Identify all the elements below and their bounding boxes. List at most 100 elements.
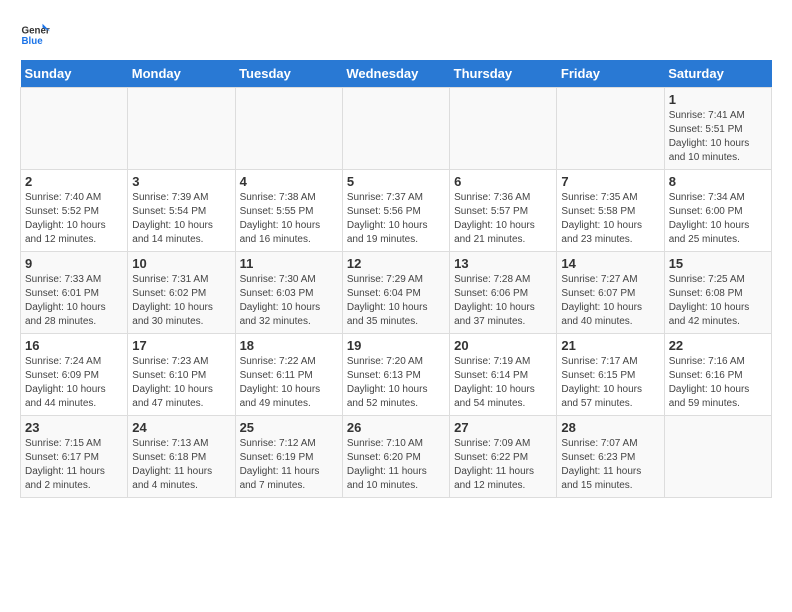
day-cell: 28 Sunrise: 7:07 AM Sunset: 6:23 PM Dayli… [557, 416, 664, 498]
day-cell: 1 Sunrise: 7:41 AM Sunset: 5:51 PM Daylig… [664, 88, 771, 170]
day-info: Sunrise: 7:17 AM Sunset: 6:15 PM Dayligh… [561, 355, 659, 411]
header: General Blue [20, 20, 772, 50]
day-info: Sunrise: 7:15 AM Sunset: 6:17 PM Dayligh… [25, 437, 123, 493]
day-number: 14 [561, 256, 659, 271]
day-info: Sunrise: 7:27 AM Sunset: 6:07 PM Dayligh… [561, 273, 659, 329]
day-cell: 27 Sunrise: 7:09 AM Sunset: 6:22 PM Dayli… [450, 416, 557, 498]
day-number: 8 [669, 174, 767, 189]
day-info: Sunrise: 7:38 AM Sunset: 5:55 PM Dayligh… [240, 191, 338, 247]
day-cell: 7 Sunrise: 7:35 AM Sunset: 5:58 PM Daylig… [557, 170, 664, 252]
day-number: 23 [25, 420, 123, 435]
day-cell: 20 Sunrise: 7:19 AM Sunset: 6:14 PM Dayli… [450, 334, 557, 416]
day-info: Sunrise: 7:19 AM Sunset: 6:14 PM Dayligh… [454, 355, 552, 411]
day-cell: 21 Sunrise: 7:17 AM Sunset: 6:15 PM Dayli… [557, 334, 664, 416]
day-header-tuesday: Tuesday [235, 60, 342, 88]
day-cell: 12Sunrise: 7:29 AM Sunset: 6:04 PM Dayli… [342, 252, 449, 334]
day-info: Sunrise: 7:37 AM Sunset: 5:56 PM Dayligh… [347, 191, 445, 247]
day-cell: 5 Sunrise: 7:37 AM Sunset: 5:56 PM Daylig… [342, 170, 449, 252]
day-cell: 4 Sunrise: 7:38 AM Sunset: 5:55 PM Daylig… [235, 170, 342, 252]
day-info: Sunrise: 7:16 AM Sunset: 6:16 PM Dayligh… [669, 355, 767, 411]
day-info: Sunrise: 7:20 AM Sunset: 6:13 PM Dayligh… [347, 355, 445, 411]
day-number: 9 [25, 256, 123, 271]
day-info: Sunrise: 7:10 AM Sunset: 6:20 PM Dayligh… [347, 437, 445, 493]
day-cell: 15 Sunrise: 7:25 AM Sunset: 6:08 PM Dayli… [664, 252, 771, 334]
day-cell: 23 Sunrise: 7:15 AM Sunset: 6:17 PM Dayli… [21, 416, 128, 498]
day-number: 5 [347, 174, 445, 189]
day-cell: 26 Sunrise: 7:10 AM Sunset: 6:20 PM Dayli… [342, 416, 449, 498]
day-number: 18 [240, 338, 338, 353]
day-cell [664, 416, 771, 498]
day-info: Sunrise: 7:35 AM Sunset: 5:58 PM Dayligh… [561, 191, 659, 247]
day-info: Sunrise: 7:23 AM Sunset: 6:10 PM Dayligh… [132, 355, 230, 411]
day-number: 21 [561, 338, 659, 353]
day-number: 20 [454, 338, 552, 353]
day-info: Sunrise: 7:09 AM Sunset: 6:22 PM Dayligh… [454, 437, 552, 493]
day-number: 22 [669, 338, 767, 353]
day-cell: 3 Sunrise: 7:39 AM Sunset: 5:54 PM Daylig… [128, 170, 235, 252]
day-info: Sunrise: 7:25 AM Sunset: 6:08 PM Dayligh… [669, 273, 767, 329]
day-info: Sunrise: 7:30 AM Sunset: 6:03 PM Dayligh… [240, 273, 338, 329]
day-number: 16 [25, 338, 123, 353]
day-number: 11 [240, 256, 338, 271]
day-header-saturday: Saturday [664, 60, 771, 88]
day-cell: 13 Sunrise: 7:28 AM Sunset: 6:06 PM Dayli… [450, 252, 557, 334]
day-info: Sunrise: 7:07 AM Sunset: 6:23 PM Dayligh… [561, 437, 659, 493]
day-number: 2 [25, 174, 123, 189]
day-number: 15 [669, 256, 767, 271]
day-number: 13 [454, 256, 552, 271]
day-cell: 6 Sunrise: 7:36 AM Sunset: 5:57 PM Daylig… [450, 170, 557, 252]
svg-text:Blue: Blue [22, 36, 44, 47]
day-number: 28 [561, 420, 659, 435]
day-number: 26 [347, 420, 445, 435]
day-number: 7 [561, 174, 659, 189]
day-header-thursday: Thursday [450, 60, 557, 88]
day-cell [557, 88, 664, 170]
day-header-wednesday: Wednesday [342, 60, 449, 88]
day-number: 10 [132, 256, 230, 271]
day-info: Sunrise: 7:13 AM Sunset: 6:18 PM Dayligh… [132, 437, 230, 493]
day-number: 6 [454, 174, 552, 189]
day-cell: 17 Sunrise: 7:23 AM Sunset: 6:10 PM Dayli… [128, 334, 235, 416]
day-info: Sunrise: 7:31 AM Sunset: 6:02 PM Dayligh… [132, 273, 230, 329]
day-cell: 22 Sunrise: 7:16 AM Sunset: 6:16 PM Dayli… [664, 334, 771, 416]
day-cell: 25Sunrise: 7:12 AM Sunset: 6:19 PM Dayli… [235, 416, 342, 498]
day-cell: 16 Sunrise: 7:24 AM Sunset: 6:09 PM Dayli… [21, 334, 128, 416]
day-header-monday: Monday [128, 60, 235, 88]
day-cell [235, 88, 342, 170]
week-row-4: 16 Sunrise: 7:24 AM Sunset: 6:09 PM Dayli… [21, 334, 772, 416]
week-row-3: 9 Sunrise: 7:33 AM Sunset: 6:01 PM Daylig… [21, 252, 772, 334]
day-cell: 19 Sunrise: 7:20 AM Sunset: 6:13 PM Dayli… [342, 334, 449, 416]
day-number: 12 [347, 256, 445, 271]
day-info: Sunrise: 7:41 AM Sunset: 5:51 PM Dayligh… [669, 109, 767, 165]
day-info: Sunrise: 7:34 AM Sunset: 6:00 PM Dayligh… [669, 191, 767, 247]
day-info: Sunrise: 7:36 AM Sunset: 5:57 PM Dayligh… [454, 191, 552, 247]
day-number: 19 [347, 338, 445, 353]
day-cell: 2 Sunrise: 7:40 AM Sunset: 5:52 PM Daylig… [21, 170, 128, 252]
day-cell: 14 Sunrise: 7:27 AM Sunset: 6:07 PM Dayli… [557, 252, 664, 334]
day-info: Sunrise: 7:24 AM Sunset: 6:09 PM Dayligh… [25, 355, 123, 411]
day-cell [342, 88, 449, 170]
day-info: Sunrise: 7:40 AM Sunset: 5:52 PM Dayligh… [25, 191, 123, 247]
day-cell [21, 88, 128, 170]
logo-icon: General Blue [20, 20, 50, 50]
day-info: Sunrise: 7:39 AM Sunset: 5:54 PM Dayligh… [132, 191, 230, 247]
day-number: 24 [132, 420, 230, 435]
day-info: Sunrise: 7:12 AM Sunset: 6:19 PM Dayligh… [240, 437, 338, 493]
day-info: Sunrise: 7:33 AM Sunset: 6:01 PM Dayligh… [25, 273, 123, 329]
day-info: Sunrise: 7:28 AM Sunset: 6:06 PM Dayligh… [454, 273, 552, 329]
day-info: Sunrise: 7:22 AM Sunset: 6:11 PM Dayligh… [240, 355, 338, 411]
day-cell: 11 Sunrise: 7:30 AM Sunset: 6:03 PM Dayli… [235, 252, 342, 334]
day-cell: 8 Sunrise: 7:34 AM Sunset: 6:00 PM Daylig… [664, 170, 771, 252]
day-header-sunday: Sunday [21, 60, 128, 88]
week-row-2: 2 Sunrise: 7:40 AM Sunset: 5:52 PM Daylig… [21, 170, 772, 252]
day-number: 4 [240, 174, 338, 189]
day-number: 3 [132, 174, 230, 189]
day-header-friday: Friday [557, 60, 664, 88]
day-header-row: SundayMondayTuesdayWednesdayThursdayFrid… [21, 60, 772, 88]
day-number: 1 [669, 92, 767, 107]
day-cell [450, 88, 557, 170]
day-number: 27 [454, 420, 552, 435]
day-cell: 10 Sunrise: 7:31 AM Sunset: 6:02 PM Dayli… [128, 252, 235, 334]
day-cell: 18 Sunrise: 7:22 AM Sunset: 6:11 PM Dayli… [235, 334, 342, 416]
day-number: 17 [132, 338, 230, 353]
